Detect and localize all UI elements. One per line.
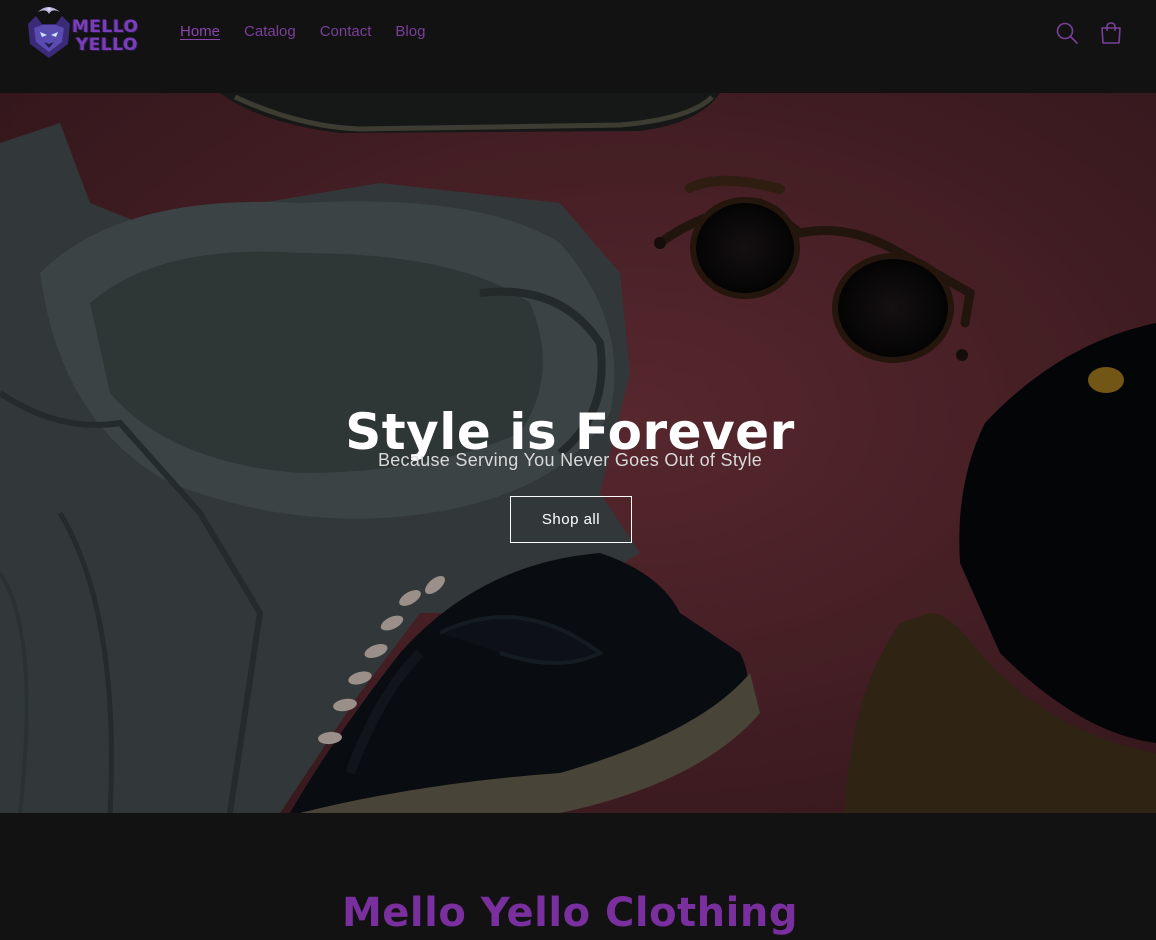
cart-button[interactable] (1097, 19, 1125, 47)
main-nav: Home Catalog Contact Blog (180, 22, 425, 42)
site-header: MELLO YELLO Home Catalog Contact Blog (0, 0, 1156, 93)
nav-contact[interactable]: Contact (320, 22, 372, 42)
hero-subtitle: Because Serving You Never Goes Out of St… (377, 450, 763, 470)
nav-catalog[interactable]: Catalog (244, 22, 296, 42)
brand-section: Mello Yello Clothing (0, 813, 1156, 936)
section-title: Mello Yello Clothing (342, 890, 798, 937)
wolf-logo-icon (28, 7, 70, 58)
logo-wordmark: MELLO YELLO (72, 18, 139, 54)
logo[interactable]: MELLO YELLO (22, 4, 142, 60)
search-icon (1056, 22, 1078, 44)
hero-banner: Style is Forever Because Serving You Nev… (0, 93, 1156, 813)
nav-blog[interactable]: Blog (395, 22, 425, 42)
logo-line-2: YELLO (76, 35, 138, 55)
search-button[interactable] (1053, 19, 1081, 47)
cart-icon (1101, 22, 1121, 44)
logo-line-1: MELLO (72, 17, 139, 37)
nav-home[interactable]: Home (180, 22, 220, 42)
shop-all-button[interactable]: Shop all (510, 496, 632, 543)
